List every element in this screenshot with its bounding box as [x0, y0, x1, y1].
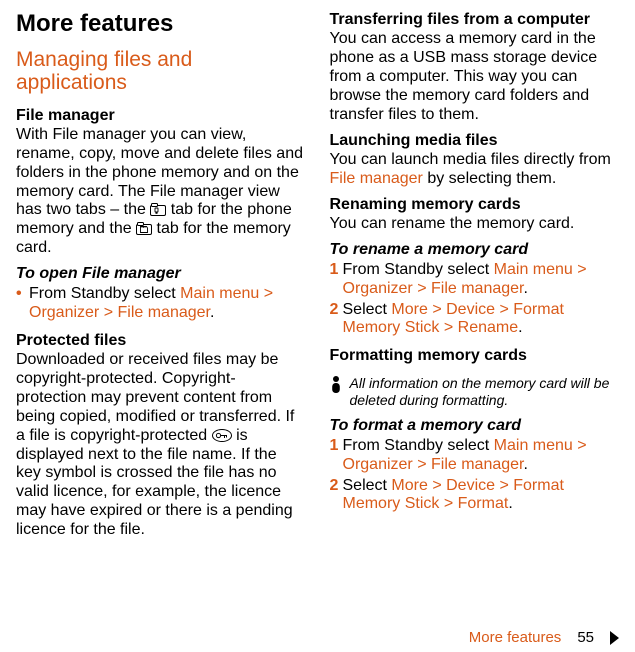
open-file-manager-text: From Standby select Main menu > Organize… — [29, 285, 306, 323]
open-file-manager-step: • From Standby select Main menu > Organi… — [16, 285, 306, 323]
section-title: Managing files and applications — [16, 48, 306, 94]
format-step-2-text: Select More > Device > Format Memory Sti… — [343, 477, 620, 515]
renaming-heading: Renaming memory cards — [330, 195, 620, 214]
file-manager-heading: File manager — [16, 106, 306, 125]
launch-pre: You can launch media files directly from — [330, 151, 611, 168]
protected-files-heading: Protected files — [16, 331, 306, 350]
note-text: All information on the memory card will … — [350, 375, 620, 407]
format-step-1-text: From Standby select Main menu > Organize… — [343, 437, 620, 475]
format-warning-note: All information on the memory card will … — [330, 375, 620, 407]
right-column: Transferring files from a computer You c… — [330, 10, 620, 610]
period: . — [210, 304, 214, 321]
left-column: More features Managing files and applica… — [16, 10, 306, 610]
phone-memory-tab-icon — [150, 203, 166, 216]
open-step-pre: From Standby select — [29, 285, 180, 302]
transferring-heading: Transferring files from a computer — [330, 10, 620, 29]
rstep2-pre: Select — [343, 301, 392, 318]
formatting-heading: Formatting memory cards — [330, 346, 620, 365]
period: . — [523, 280, 527, 297]
step-number-2: 2 — [330, 301, 343, 339]
footer-section-label: More features — [469, 629, 562, 646]
page-number: 55 — [577, 629, 594, 646]
key-icon — [212, 429, 232, 442]
step-number-2: 2 — [330, 477, 343, 515]
transferring-body: You can access a memory card in the phon… — [330, 30, 620, 124]
info-icon — [330, 376, 342, 394]
page-title: More features — [16, 10, 306, 38]
period: . — [518, 319, 522, 336]
rstep1-pre: From Standby select — [343, 261, 494, 278]
fstep1-pre: From Standby select — [343, 437, 494, 454]
protected-text-1: Downloaded or received files may be copy… — [16, 351, 294, 444]
format-step-1: 1 From Standby select Main menu > Organi… — [330, 437, 620, 475]
to-rename-heading: To rename a memory card — [330, 240, 620, 259]
period: . — [523, 456, 527, 473]
rename-step-1-text: From Standby select Main menu > Organize… — [343, 261, 620, 299]
renaming-body: You can rename the memory card. — [330, 215, 620, 234]
launching-heading: Launching media files — [330, 131, 620, 150]
protected-files-body: Downloaded or received files may be copy… — [16, 351, 306, 540]
fstep2-pre: Select — [343, 477, 392, 494]
file-manager-body: With File manager you can view, rename, … — [16, 126, 306, 258]
page-turn-icon — [610, 631, 619, 645]
open-file-manager-heading: To open File manager — [16, 264, 306, 283]
launching-body: You can launch media files directly from… — [330, 151, 620, 189]
format-step-2: 2 Select More > Device > Format Memory S… — [330, 477, 620, 515]
step-number-1: 1 — [330, 437, 343, 475]
launch-post: by selecting them. — [423, 170, 556, 187]
to-format-heading: To format a memory card — [330, 416, 620, 435]
page-footer: More features 55 — [469, 629, 619, 646]
bullet-dot: • — [16, 285, 29, 323]
step-number-1: 1 — [330, 261, 343, 299]
rename-step-2-text: Select More > Device > Format Memory Sti… — [343, 301, 620, 339]
rename-step-1: 1 From Standby select Main menu > Organi… — [330, 261, 620, 299]
period: . — [508, 495, 512, 512]
memory-card-tab-icon — [136, 222, 152, 235]
rename-step-2: 2 Select More > Device > Format Memory S… — [330, 301, 620, 339]
launch-path: File manager — [330, 170, 423, 187]
